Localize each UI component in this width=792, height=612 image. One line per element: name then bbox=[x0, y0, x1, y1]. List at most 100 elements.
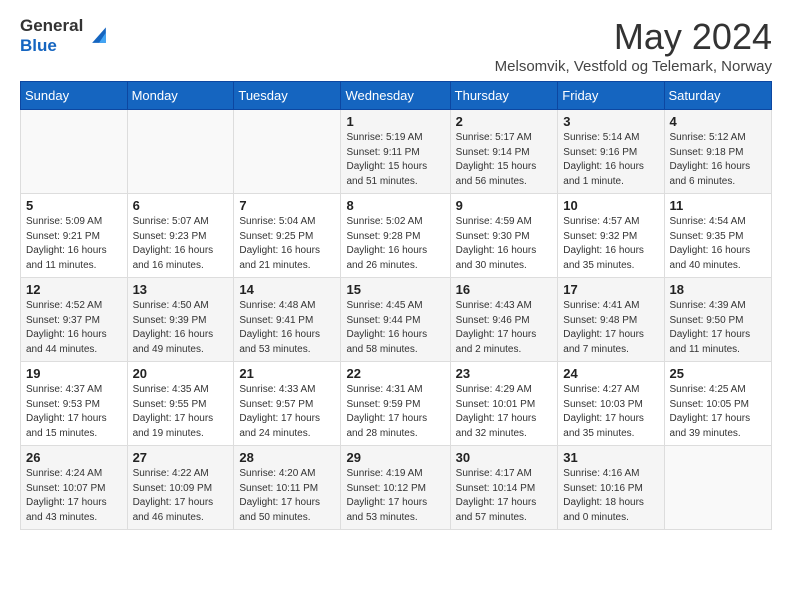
page: General Blue May 2024 Melsomvik, Vestfol… bbox=[0, 0, 792, 546]
day-info: Sunrise: 4:35 AM Sunset: 9:55 PM Dayligh… bbox=[133, 383, 229, 441]
day-number: 29 bbox=[346, 450, 444, 465]
table-row: 21Sunrise: 4:33 AM Sunset: 9:57 PM Dayli… bbox=[234, 362, 341, 446]
day-info: Sunrise: 5:09 AM Sunset: 9:21 PM Dayligh… bbox=[26, 215, 122, 273]
logo-general: General bbox=[20, 16, 83, 36]
table-row: 9 Sunrise: 4:59 AM Sunset: 9:30 PM Daylig… bbox=[450, 194, 558, 278]
day-info: Sunrise: 4:25 AM Sunset: 10:05 PM Daylig… bbox=[670, 383, 766, 441]
calendar-week-row: 26Sunrise: 4:24 AM Sunset: 10:07 PM Dayl… bbox=[21, 446, 772, 530]
table-row: 27Sunrise: 4:22 AM Sunset: 10:09 PM Dayl… bbox=[127, 446, 234, 530]
day-info: Sunrise: 4:54 AM Sunset: 9:35 PM Dayligh… bbox=[670, 215, 766, 273]
calendar-week-row: 5 Sunrise: 5:09 AM Sunset: 9:21 PM Daylig… bbox=[21, 194, 772, 278]
table-row: 30 Sunrise: 4:17 AM Sunset: 10:14 PM Dayl… bbox=[450, 446, 558, 530]
header-monday: Monday bbox=[127, 82, 234, 110]
day-number: 1 bbox=[346, 114, 444, 129]
day-number: 30 bbox=[456, 450, 553, 465]
logo: General Blue bbox=[20, 16, 111, 57]
header-tuesday: Tuesday bbox=[234, 82, 341, 110]
month-title: May 2024 bbox=[495, 16, 772, 58]
table-row: 5 Sunrise: 5:09 AM Sunset: 9:21 PM Daylig… bbox=[21, 194, 128, 278]
logo-blue: Blue bbox=[20, 36, 83, 56]
day-number: 16 bbox=[456, 282, 553, 297]
day-number: 2 bbox=[456, 114, 553, 129]
day-number: 3 bbox=[563, 114, 658, 129]
table-row: 4 Sunrise: 5:12 AM Sunset: 9:18 PM Daylig… bbox=[664, 110, 771, 194]
calendar-week-row: 1 Sunrise: 5:19 AM Sunset: 9:11 PM Daylig… bbox=[21, 110, 772, 194]
day-info: Sunrise: 4:59 AM Sunset: 9:30 PM Dayligh… bbox=[456, 215, 553, 273]
day-info: Sunrise: 4:29 AM Sunset: 10:01 PM Daylig… bbox=[456, 383, 553, 441]
table-row bbox=[234, 110, 341, 194]
table-row: 18 Sunrise: 4:39 AM Sunset: 9:50 PM Dayli… bbox=[664, 278, 771, 362]
day-info: Sunrise: 4:37 AM Sunset: 9:53 PM Dayligh… bbox=[26, 383, 122, 441]
day-number: 10 bbox=[563, 198, 658, 213]
table-row: 1 Sunrise: 5:19 AM Sunset: 9:11 PM Daylig… bbox=[341, 110, 450, 194]
day-info: Sunrise: 4:27 AM Sunset: 10:03 PM Daylig… bbox=[563, 383, 658, 441]
day-number: 4 bbox=[670, 114, 766, 129]
day-number: 9 bbox=[456, 198, 553, 213]
table-row: 23 Sunrise: 4:29 AM Sunset: 10:01 PM Dayl… bbox=[450, 362, 558, 446]
table-row: 24Sunrise: 4:27 AM Sunset: 10:03 PM Dayl… bbox=[558, 362, 664, 446]
day-info: Sunrise: 4:19 AM Sunset: 10:12 PM Daylig… bbox=[346, 467, 444, 525]
table-row: 31 Sunrise: 4:16 AM Sunset: 10:16 PM Dayl… bbox=[558, 446, 664, 530]
table-row: 25Sunrise: 4:25 AM Sunset: 10:05 PM Dayl… bbox=[664, 362, 771, 446]
header-sunday: Sunday bbox=[21, 82, 128, 110]
day-number: 19 bbox=[26, 366, 122, 381]
table-row: 13 Sunrise: 4:50 AM Sunset: 9:39 PM Dayli… bbox=[127, 278, 234, 362]
calendar-table: Sunday Monday Tuesday Wednesday Thursday… bbox=[20, 81, 772, 530]
table-row bbox=[127, 110, 234, 194]
day-info: Sunrise: 4:41 AM Sunset: 9:48 PM Dayligh… bbox=[563, 299, 658, 357]
header-wednesday: Wednesday bbox=[341, 82, 450, 110]
day-number: 7 bbox=[239, 198, 335, 213]
table-row: 15Sunrise: 4:45 AM Sunset: 9:44 PM Dayli… bbox=[341, 278, 450, 362]
location-title: Melsomvik, Vestfold og Telemark, Norway bbox=[495, 58, 772, 75]
day-number: 22 bbox=[346, 366, 444, 381]
day-info: Sunrise: 5:19 AM Sunset: 9:11 PM Dayligh… bbox=[346, 131, 444, 189]
day-info: Sunrise: 5:14 AM Sunset: 9:16 PM Dayligh… bbox=[563, 131, 658, 189]
table-row: 17 Sunrise: 4:41 AM Sunset: 9:48 PM Dayli… bbox=[558, 278, 664, 362]
table-row: 22 Sunrise: 4:31 AM Sunset: 9:59 PM Dayli… bbox=[341, 362, 450, 446]
day-info: Sunrise: 4:48 AM Sunset: 9:41 PM Dayligh… bbox=[239, 299, 335, 357]
header-friday: Friday bbox=[558, 82, 664, 110]
day-info: Sunrise: 4:16 AM Sunset: 10:16 PM Daylig… bbox=[563, 467, 658, 525]
day-info: Sunrise: 4:31 AM Sunset: 9:59 PM Dayligh… bbox=[346, 383, 444, 441]
table-row: 11 Sunrise: 4:54 AM Sunset: 9:35 PM Dayli… bbox=[664, 194, 771, 278]
day-info: Sunrise: 5:07 AM Sunset: 9:23 PM Dayligh… bbox=[133, 215, 229, 273]
day-info: Sunrise: 4:45 AM Sunset: 9:44 PM Dayligh… bbox=[346, 299, 444, 357]
table-row: 19 Sunrise: 4:37 AM Sunset: 9:53 PM Dayli… bbox=[21, 362, 128, 446]
header-saturday: Saturday bbox=[664, 82, 771, 110]
table-row: 3 Sunrise: 5:14 AM Sunset: 9:16 PM Daylig… bbox=[558, 110, 664, 194]
day-number: 28 bbox=[239, 450, 335, 465]
day-info: Sunrise: 4:22 AM Sunset: 10:09 PM Daylig… bbox=[133, 467, 229, 525]
day-info: Sunrise: 4:39 AM Sunset: 9:50 PM Dayligh… bbox=[670, 299, 766, 357]
header: General Blue May 2024 Melsomvik, Vestfol… bbox=[20, 16, 772, 75]
table-row bbox=[21, 110, 128, 194]
day-info: Sunrise: 4:20 AM Sunset: 10:11 PM Daylig… bbox=[239, 467, 335, 525]
table-row: 2 Sunrise: 5:17 AM Sunset: 9:14 PM Daylig… bbox=[450, 110, 558, 194]
day-info: Sunrise: 4:17 AM Sunset: 10:14 PM Daylig… bbox=[456, 467, 553, 525]
table-row: 7 Sunrise: 5:04 AM Sunset: 9:25 PM Daylig… bbox=[234, 194, 341, 278]
day-number: 31 bbox=[563, 450, 658, 465]
day-number: 11 bbox=[670, 198, 766, 213]
table-row: 29 Sunrise: 4:19 AM Sunset: 10:12 PM Dayl… bbox=[341, 446, 450, 530]
day-info: Sunrise: 4:43 AM Sunset: 9:46 PM Dayligh… bbox=[456, 299, 553, 357]
day-info: Sunrise: 5:12 AM Sunset: 9:18 PM Dayligh… bbox=[670, 131, 766, 189]
day-number: 20 bbox=[133, 366, 229, 381]
logo-triangle-icon bbox=[87, 24, 111, 48]
day-number: 5 bbox=[26, 198, 122, 213]
day-info: Sunrise: 5:04 AM Sunset: 9:25 PM Dayligh… bbox=[239, 215, 335, 273]
day-info: Sunrise: 5:17 AM Sunset: 9:14 PM Dayligh… bbox=[456, 131, 553, 189]
day-number: 17 bbox=[563, 282, 658, 297]
calendar-week-row: 19 Sunrise: 4:37 AM Sunset: 9:53 PM Dayli… bbox=[21, 362, 772, 446]
day-info: Sunrise: 4:33 AM Sunset: 9:57 PM Dayligh… bbox=[239, 383, 335, 441]
day-info: Sunrise: 4:24 AM Sunset: 10:07 PM Daylig… bbox=[26, 467, 122, 525]
day-info: Sunrise: 4:50 AM Sunset: 9:39 PM Dayligh… bbox=[133, 299, 229, 357]
table-row: 12Sunrise: 4:52 AM Sunset: 9:37 PM Dayli… bbox=[21, 278, 128, 362]
table-row: 26Sunrise: 4:24 AM Sunset: 10:07 PM Dayl… bbox=[21, 446, 128, 530]
table-row: 16 Sunrise: 4:43 AM Sunset: 9:46 PM Dayli… bbox=[450, 278, 558, 362]
table-row: 6Sunrise: 5:07 AM Sunset: 9:23 PM Daylig… bbox=[127, 194, 234, 278]
day-info: Sunrise: 5:02 AM Sunset: 9:28 PM Dayligh… bbox=[346, 215, 444, 273]
day-number: 13 bbox=[133, 282, 229, 297]
logo-text: General Blue bbox=[20, 16, 83, 57]
day-info: Sunrise: 4:52 AM Sunset: 9:37 PM Dayligh… bbox=[26, 299, 122, 357]
day-number: 18 bbox=[670, 282, 766, 297]
day-number: 23 bbox=[456, 366, 553, 381]
